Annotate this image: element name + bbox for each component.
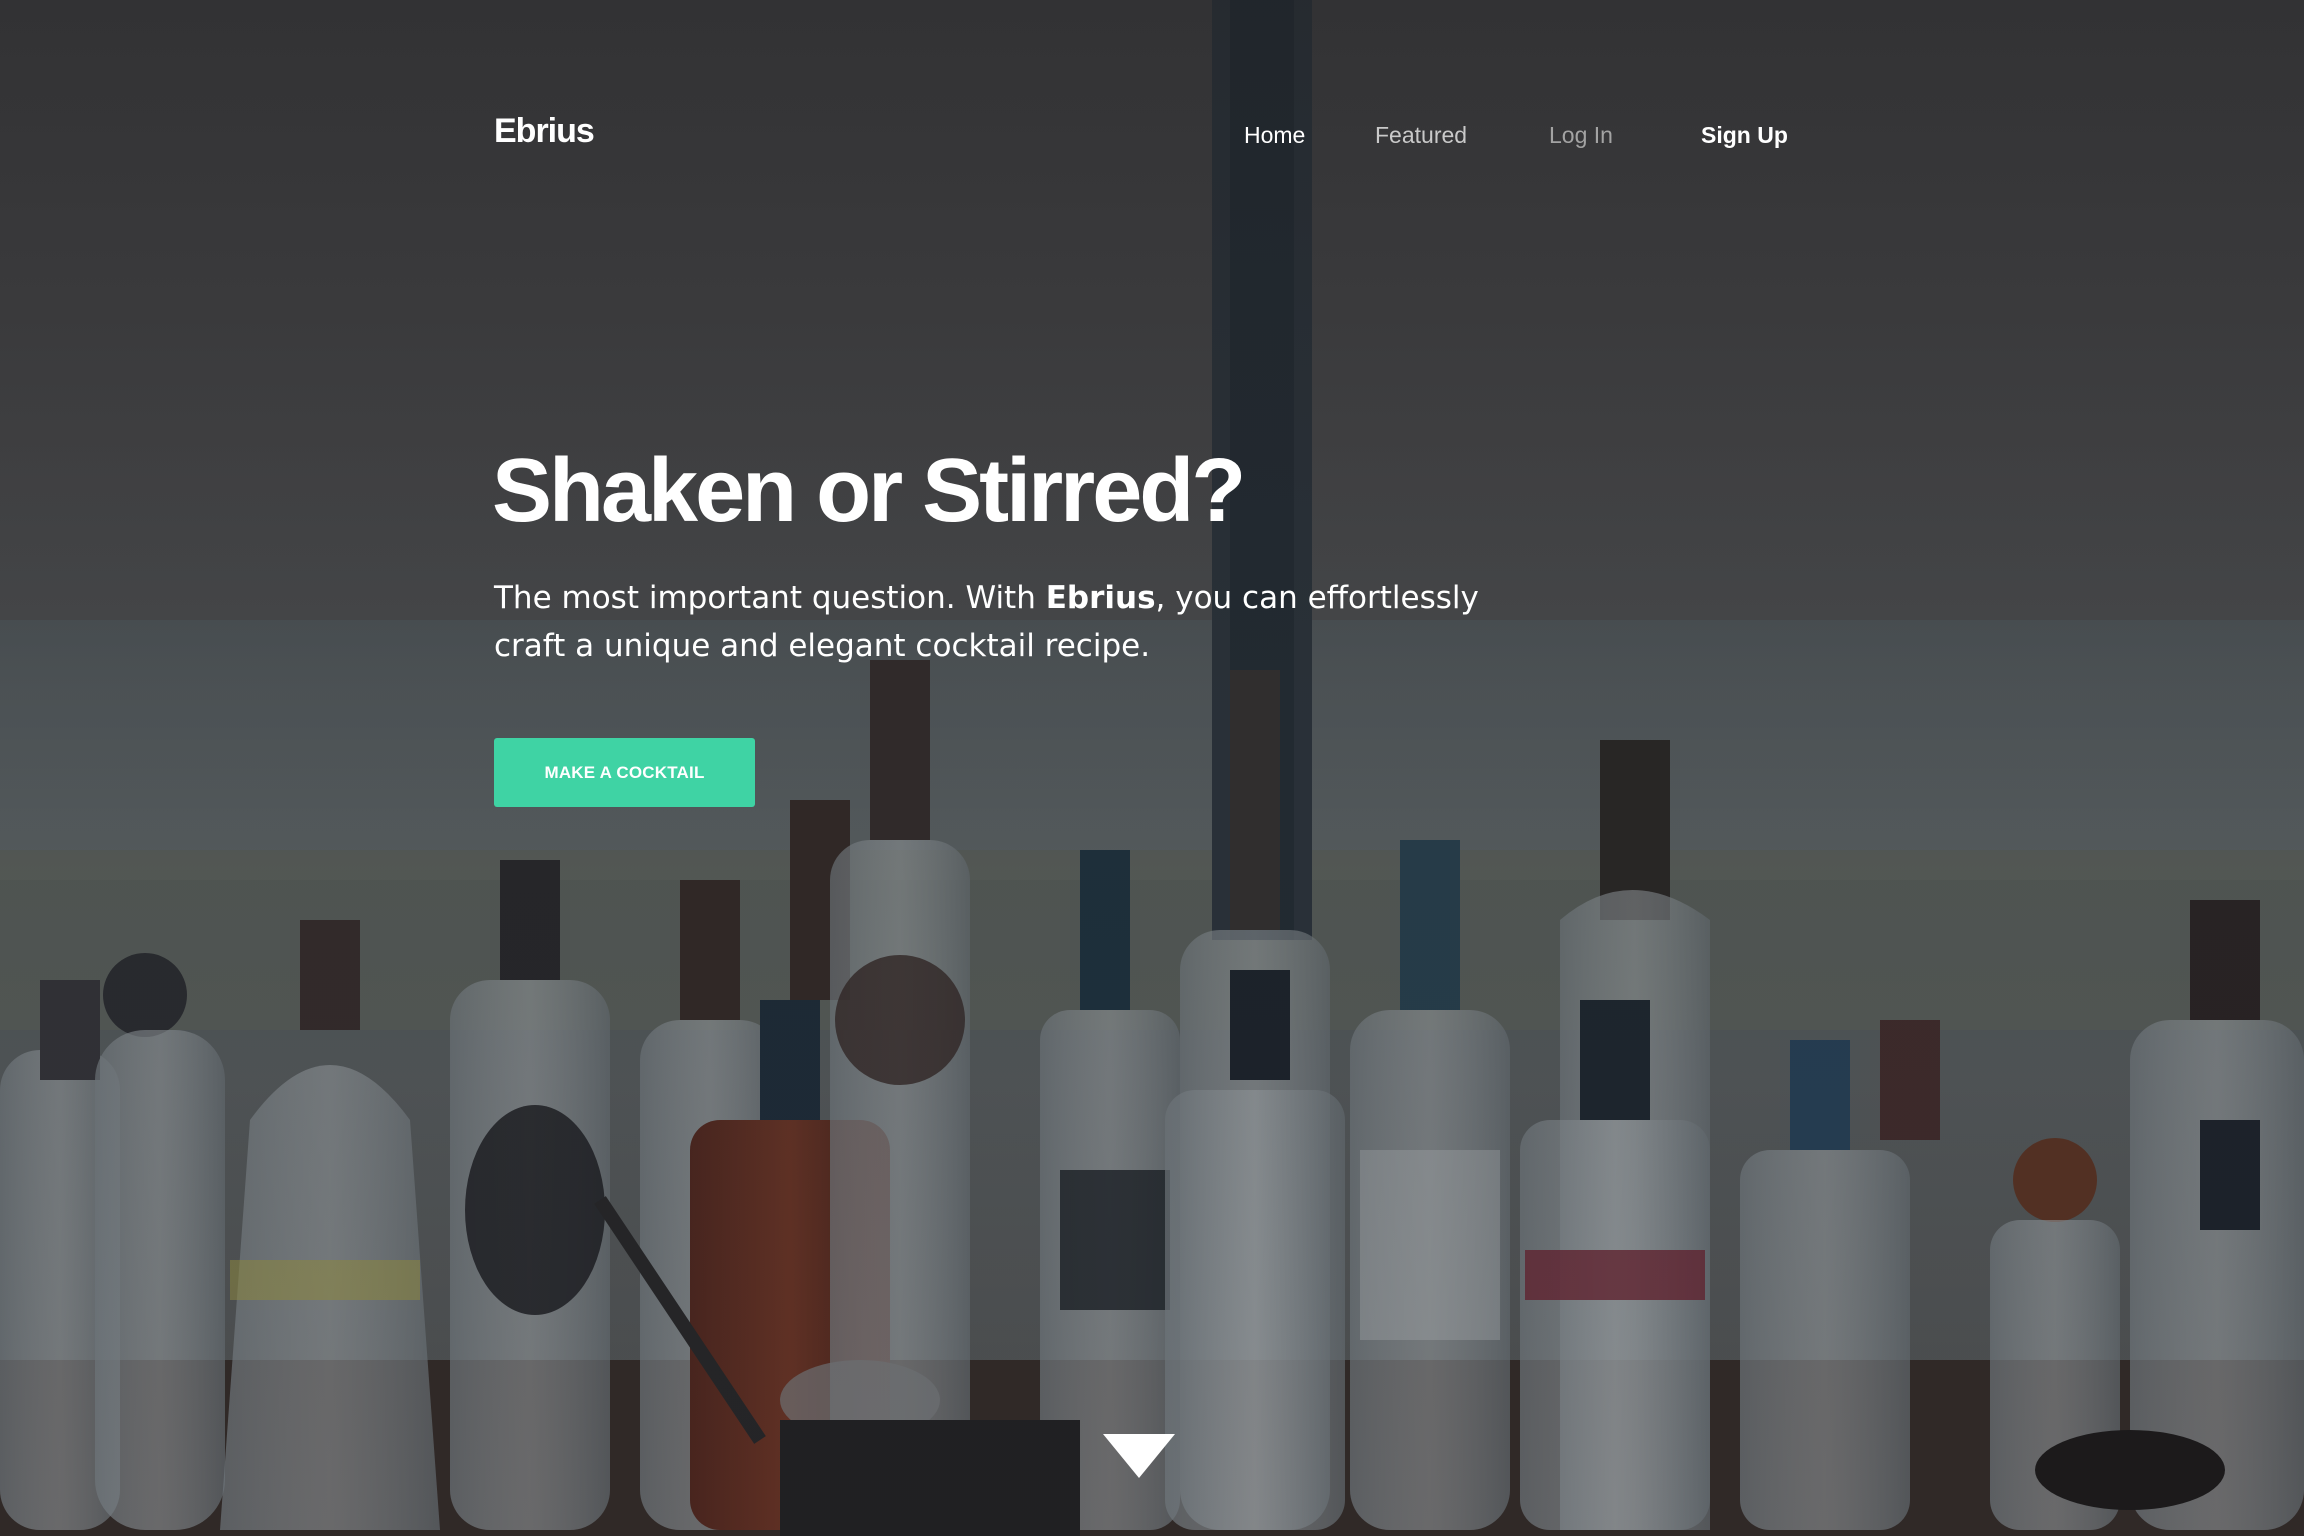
nav-featured[interactable]: Featured <box>1375 122 1467 149</box>
make-a-cocktail-button[interactable]: MAKE A COCKTAIL <box>494 738 755 807</box>
hero-section: Ebrius Home Featured Log In Sign Up Shak… <box>0 0 2304 1536</box>
nav-log-in[interactable]: Log In <box>1549 122 1613 149</box>
nav-home[interactable]: Home <box>1244 122 1305 149</box>
brand-logo[interactable]: Ebrius <box>494 112 595 151</box>
chevron-down-icon[interactable] <box>1101 1432 1177 1480</box>
hero-lead-text: The most important question. With Ebrius… <box>494 574 1514 670</box>
lead-brand-name: Ebrius <box>1045 580 1156 616</box>
hero-content: Ebrius Home Featured Log In Sign Up Shak… <box>0 0 2304 1536</box>
lead-text-start: The most important question. With <box>494 580 1046 616</box>
nav-sign-up[interactable]: Sign Up <box>1701 122 1788 149</box>
hero-headline: Shaken or Stirred? <box>492 441 1246 541</box>
